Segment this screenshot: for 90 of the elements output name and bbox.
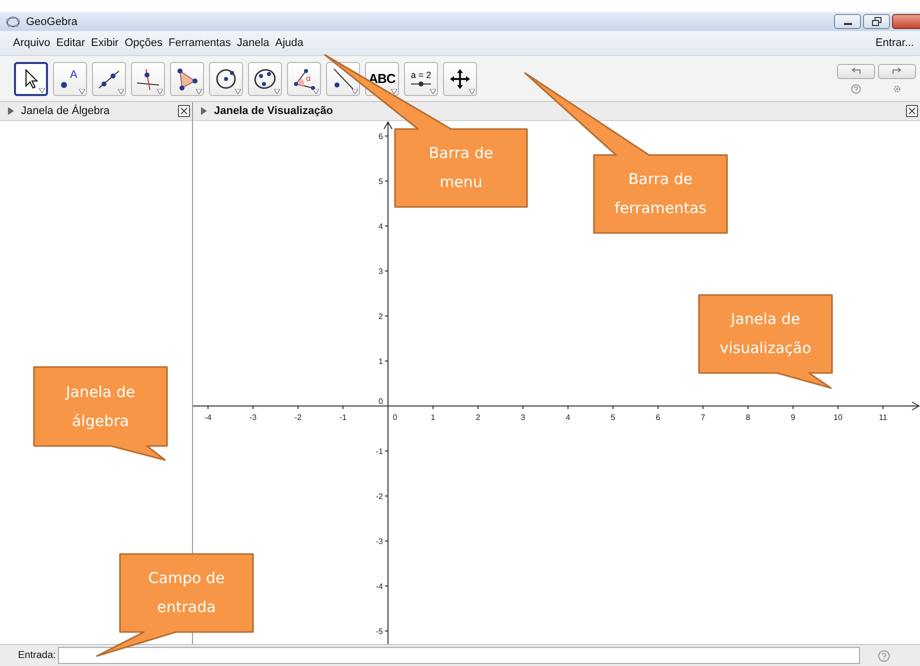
minimize-button[interactable] <box>834 14 861 29</box>
callout-text: Barra de ferramentas <box>614 169 706 219</box>
axis-tick-label: 0 <box>392 413 398 422</box>
caret-icon <box>196 88 202 94</box>
tool-button[interactable] <box>14 62 48 96</box>
four-way-arrow-icon <box>448 66 472 90</box>
sign-in-link[interactable]: Entrar... <box>875 37 914 49</box>
callout-text: Campo de entrada <box>148 568 225 618</box>
axis-tick-label: 1 <box>430 413 436 422</box>
axis-tick-label: -2 <box>294 413 302 422</box>
menu-item[interactable]: Janela <box>236 37 270 49</box>
crossing-lines-icon <box>136 66 160 90</box>
triangle-icon <box>175 66 199 90</box>
redo-button[interactable] <box>878 64 916 78</box>
axis-tick-label: -5 <box>376 627 383 636</box>
collapse-triangle-icon[interactable] <box>8 107 14 115</box>
axis-tick-label: 7 <box>700 413 706 422</box>
axis-tick-label: 4 <box>566 413 570 422</box>
axis-tick-label: 5 <box>610 413 616 422</box>
axis-tick-label: 2 <box>378 312 383 321</box>
restore-icon <box>872 17 882 26</box>
axis-tick-label: -4 <box>376 582 383 591</box>
axis-tick-label: 5 <box>378 177 383 186</box>
caret-icon <box>118 88 124 94</box>
tool-button[interactable] <box>170 62 204 96</box>
slider-icon <box>410 81 432 87</box>
axis-tick-label: 6 <box>378 132 383 141</box>
panel-title: Janela de Álgebra <box>21 105 110 117</box>
caret-icon <box>352 88 358 94</box>
input-field[interactable] <box>58 647 860 664</box>
circle-icon <box>214 66 238 90</box>
tool-button[interactable] <box>248 62 282 96</box>
axis-tick-label: 4 <box>378 222 383 231</box>
settings-icon[interactable] <box>892 84 902 94</box>
tool-button[interactable]: α <box>287 62 321 96</box>
caret-icon <box>430 88 436 94</box>
close-icon[interactable] <box>906 105 918 117</box>
axis-tick-label: -4 <box>204 413 212 422</box>
tool-button[interactable]: A <box>53 62 87 96</box>
axis-tick-label: 9 <box>790 413 796 422</box>
menu-item[interactable]: Ferramentas <box>168 37 231 49</box>
menu-item[interactable]: Opções <box>124 37 162 49</box>
close-icon[interactable] <box>178 105 190 117</box>
redo-icon <box>891 67 903 75</box>
callout-text: Janela de álgebra <box>66 382 136 432</box>
panel-title: Janela de Visualização <box>214 105 334 117</box>
input-label: Entrada: <box>18 650 56 661</box>
caret-icon <box>79 88 85 94</box>
caret-icon <box>39 88 45 92</box>
caret-icon <box>313 88 319 94</box>
line-icon <box>331 66 355 90</box>
caret-icon <box>235 88 241 94</box>
menu-item[interactable]: Ajuda <box>275 37 304 49</box>
window-title: GeoGebra <box>26 16 78 28</box>
menu-item[interactable]: Arquivo <box>13 37 50 49</box>
axis-tick-label: 3 <box>520 413 526 422</box>
collapse-triangle-icon[interactable] <box>201 107 207 115</box>
undo-icon <box>850 67 862 75</box>
caret-icon <box>469 88 475 94</box>
tool-button[interactable] <box>209 62 243 96</box>
restore-button[interactable] <box>863 14 890 29</box>
axis-tick-label: -2 <box>376 492 383 501</box>
menu-item[interactable]: Editar <box>56 37 86 49</box>
axis-tick-label: 10 <box>834 413 842 422</box>
callout-text: Janela de visualização <box>720 309 812 359</box>
app-logo-icon <box>6 16 20 28</box>
tool-button[interactable] <box>92 62 126 96</box>
axis-tick-label: 3 <box>378 267 383 276</box>
tool-button[interactable]: a = 2 <box>404 62 438 96</box>
close-button[interactable] <box>892 14 920 29</box>
axis-tick-label: -3 <box>376 537 383 546</box>
callout-text: Barra de menu <box>428 143 494 193</box>
menu-item[interactable]: Exibir <box>91 37 119 49</box>
axis-tick-label: 11 <box>878 413 888 422</box>
help-icon[interactable] <box>851 84 861 94</box>
axis-tick-label: 0 <box>378 397 383 406</box>
tool-button[interactable] <box>131 62 165 96</box>
caret-icon <box>391 88 397 94</box>
axis-tick-label: -3 <box>249 413 257 422</box>
caret-icon <box>274 88 280 94</box>
axis-tick-label: 6 <box>656 413 660 422</box>
caret-icon <box>157 88 163 94</box>
axis-tick-label: -1 <box>339 413 347 422</box>
ellipse-icon <box>253 66 277 90</box>
axis-tick-label: 2 <box>476 413 480 422</box>
undo-button[interactable] <box>837 64 875 78</box>
axis-tick-label: -1 <box>376 447 383 456</box>
tool-button[interactable] <box>443 62 477 96</box>
axis-tick-label: 1 <box>378 357 383 366</box>
axis-tick-label: 8 <box>746 413 750 422</box>
